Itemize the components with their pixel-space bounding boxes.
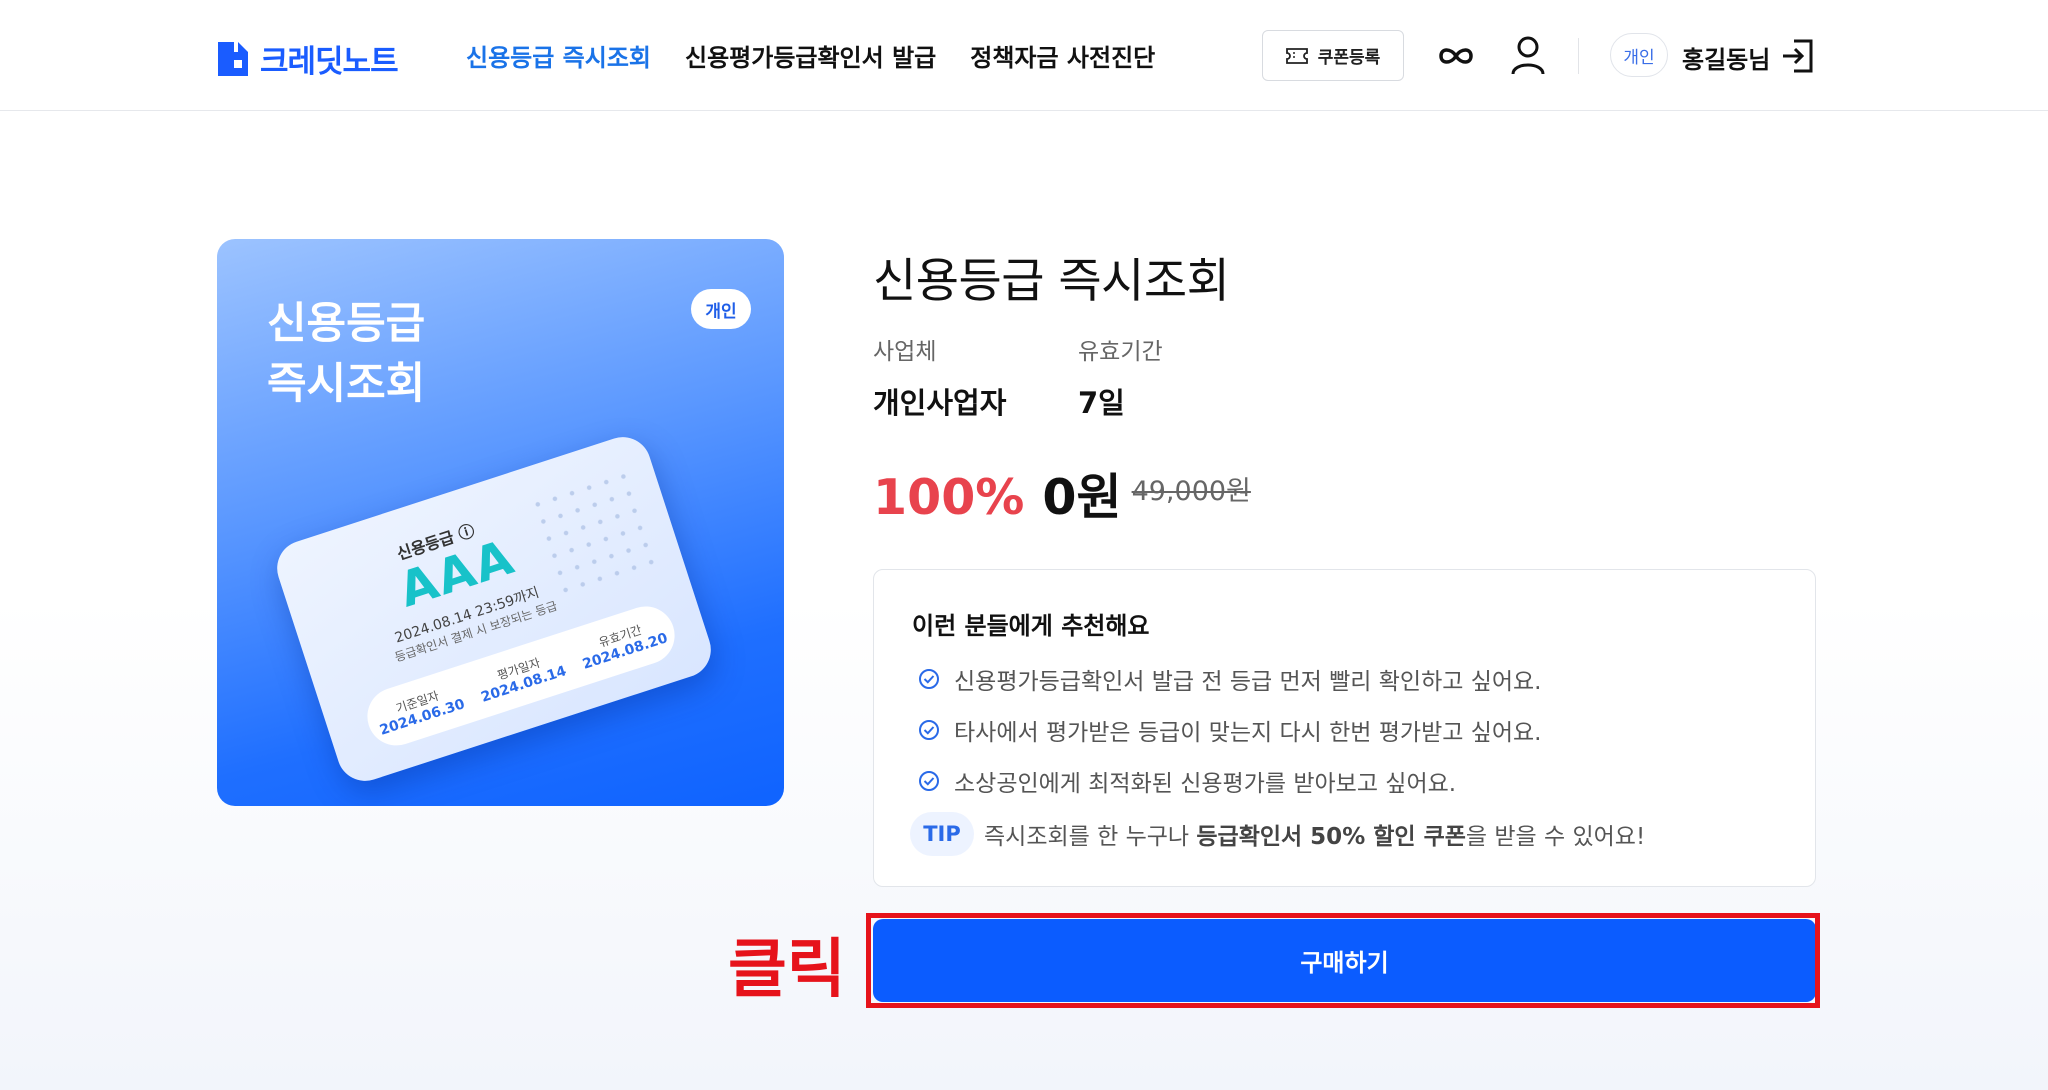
ticket-icon [1285,47,1308,64]
nav-credit-certificate[interactable]: 신용평가등급확인서 발급 [685,38,936,73]
infinity-icon[interactable] [1436,36,1476,76]
tip-badge: TIP [910,812,974,856]
tip-text-prefix: 즉시조회를 한 누구나 [984,824,1197,850]
logo[interactable]: 크레딧노트 [216,36,399,81]
credit-base-date: 기준일자 2024.06.30 [377,688,467,739]
header-divider [1578,38,1579,74]
recommendation-item: 신용평가등급확인서 발급 전 등급 먼저 빨리 확인하고 싶어요. [918,662,1542,696]
nav-policy-fund[interactable]: 정책자금 사전진단 [970,38,1155,73]
business-type-value: 개인사업자 [873,386,1007,420]
nav-credit-grade-lookup[interactable]: 신용등급 즉시조회 [466,38,651,73]
top-header: 크레딧노트 신용등급 즉시조회 신용평가등급확인서 발급 정책자금 사전진단 쿠… [0,0,2048,111]
validity-value: 7일 [1078,386,1125,420]
user-name[interactable]: 홍길동님 [1682,40,1770,75]
credit-expiry-date: 유효기간 2024.08.20 [580,622,670,673]
recommendation-item: 소상공인에게 최적화된 신용평가를 받아보고 싶어요. [918,764,1456,798]
product-image-card: 신용등급 즉시조회 개인 신용등급 ⓘ AAA 2024.08.14 23:59… [217,239,784,806]
business-type-label: 사업체 [873,339,937,365]
tip-text-strong: 등급확인서 50% 할인 쿠폰 [1196,824,1466,850]
credit-eval-date: 평가일자 2024.08.14 [479,655,569,706]
recommendation-box: 이런 분들에게 추천해요 신용평가등급확인서 발급 전 등급 먼저 빨리 확인하… [873,569,1816,887]
product-image-badge: 개인 [691,289,751,329]
user-icon[interactable] [1508,34,1548,76]
product-title: 신용등급 즉시조회 [873,254,1230,309]
dot-pattern [526,464,666,604]
account-type-badge: 개인 [1610,33,1668,77]
validity-label: 유효기간 [1078,339,1163,365]
click-annotation-label: 클릭 [728,933,846,1007]
original-price: 49,000원 [1131,476,1251,507]
tip-row: TIP 즉시조회를 한 누구나 등급확인서 50% 할인 쿠폰 을 받을 수 있… [910,812,1645,856]
check-circle-icon [919,771,939,791]
main-nav: 신용등급 즉시조회 신용평가등급확인서 발급 정책자금 사전진단 [466,38,1189,73]
product-image-title: 신용등급 즉시조회 [267,299,426,409]
check-circle-icon [919,669,939,689]
sale-price: 0원 [1042,469,1122,526]
credit-card-illustration: 신용등급 ⓘ AAA 2024.08.14 23:59까지 등급확인서 결제 시… [269,429,719,789]
tip-text-suffix: 을 받을 수 있어요! [1465,824,1646,850]
logo-icon [218,41,248,76]
check-circle-icon [919,720,939,740]
discount-rate: 100% [873,469,1025,526]
recommendation-item: 타사에서 평가받은 등급이 맞는지 다시 한번 평가받고 싶어요. [918,713,1542,747]
recommendation-title: 이런 분들에게 추천해요 [912,612,1150,640]
logout-icon[interactable] [1780,37,1816,75]
click-highlight-box [866,913,1820,1008]
logo-text: 크레딧노트 [260,44,399,80]
coupon-register-button[interactable]: 쿠폰등록 [1262,30,1404,81]
price-row: 100% 0원 49,000원 [873,458,1251,529]
coupon-register-label: 쿠폰등록 [1317,48,1381,68]
